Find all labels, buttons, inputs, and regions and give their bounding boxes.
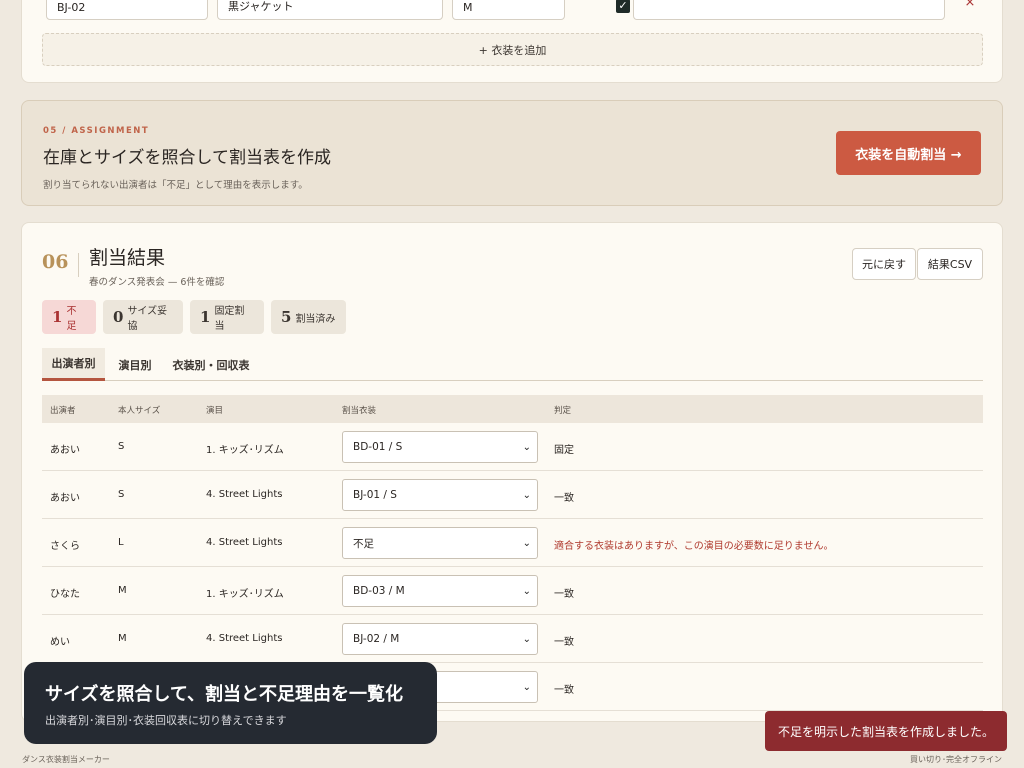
costume-select[interactable]: BD-03 / M ⌄ [342, 575, 538, 607]
cell-verdict: 一致 [554, 685, 574, 696]
col-size: 本人サイズ [118, 406, 161, 416]
assignment-section: 05 / ASSIGNMENT 在庫とサイズを照合して割当表を作成 割り当てられ… [21, 100, 1003, 206]
table-row: あおい S 1. キッズ･リズム BD-01 / S ⌄ 固定 [42, 423, 983, 471]
col-verdict: 判定 [554, 406, 572, 416]
badge-shortage: 1 不足 [42, 300, 96, 334]
assignment-kicker: 05 / ASSIGNMENT [43, 126, 150, 136]
costume-select[interactable]: 不足 ⌄ [342, 527, 538, 559]
cell-size: S [118, 441, 125, 452]
chevron-down-icon: ⌄ [522, 586, 531, 597]
cell-performer: あおい [50, 445, 80, 456]
callout-subtext: 出演者別･演目別･衣装回収表に切り替えできます [45, 714, 287, 727]
cell-program: 4. Street Lights [206, 633, 283, 644]
table-row: めい M 4. Street Lights BJ-02 / M ⌄ 一致 [42, 615, 983, 663]
badge-label: 割当済み [295, 313, 336, 325]
badge-label: サイズ妥協 [127, 306, 168, 332]
costume-list-card: BJ-02 黒ジャケット M ✓ × + 衣装を追加 [21, 0, 1003, 83]
cell-verdict: 一致 [554, 637, 574, 648]
select-value: BJ-01 / S [353, 489, 397, 501]
badge-count: 5 [281, 308, 292, 326]
cell-performer: ひなた [50, 589, 80, 600]
col-program: 演目 [206, 406, 224, 416]
result-section: 06 割当結果 春のダンス発表会 — 6件を確認 元に戻す 結果CSV 1 不足 … [21, 222, 1003, 722]
col-performer: 出演者 [50, 406, 76, 416]
cell-size: L [118, 537, 124, 548]
badge-assigned: 5 割当済み [271, 300, 346, 334]
section-number: 06 [42, 251, 69, 273]
badge-count: 0 [113, 308, 124, 326]
cell-performer: さくら [50, 541, 80, 552]
cell-program: 1. キッズ･リズム [206, 445, 284, 456]
footer-license: 買い切り･完全オフライン [910, 755, 1002, 764]
cell-verdict: 一致 [554, 493, 574, 504]
cell-program: 4. Street Lights [206, 489, 283, 500]
costume-id-input[interactable]: BJ-02 [46, 0, 208, 20]
cell-size: S [118, 489, 125, 500]
badge-count: 1 [200, 308, 211, 326]
table-row: ひなた M 1. キッズ･リズム BD-03 / M ⌄ 一致 [42, 567, 983, 615]
chevron-down-icon: ⌄ [522, 538, 531, 549]
select-value: BD-01 / S [353, 441, 403, 453]
callout-heading: サイズを照合して、割当と不足理由を一覧化 [45, 684, 404, 705]
result-title: 割当結果 [89, 247, 166, 269]
costume-select[interactable]: BD-01 / S ⌄ [342, 431, 538, 463]
chevron-down-icon: ⌄ [522, 682, 531, 693]
cell-size: M [118, 585, 127, 596]
badge-count: 1 [52, 308, 63, 326]
tab-by-costume[interactable]: 衣装別・回収表 [168, 348, 254, 381]
costume-note-input[interactable] [633, 0, 945, 20]
chevron-down-icon: ⌄ [522, 442, 531, 453]
export-csv-button[interactable]: 結果CSV [917, 248, 983, 280]
select-value: 不足 [353, 537, 374, 550]
badge-label: 不足 [66, 306, 77, 332]
add-costume-button[interactable]: + 衣装を追加 [42, 33, 983, 66]
assignment-title: 在庫とサイズを照合して割当表を作成 [43, 148, 331, 168]
undo-button[interactable]: 元に戻す [852, 248, 916, 280]
cell-program: 1. キッズ･リズム [206, 589, 284, 600]
badge-fixed: 1 固定割当 [190, 300, 264, 334]
col-costume: 割当衣装 [342, 406, 377, 416]
cell-verdict: 一致 [554, 589, 574, 600]
cell-size: M [118, 633, 127, 644]
table-row: あおい S 4. Street Lights BJ-01 / S ⌄ 一致 [42, 471, 983, 519]
feature-callout: サイズを照合して、割当と不足理由を一覧化 出演者別･演目別･衣装回収表に切り替え… [24, 662, 437, 744]
delete-row-icon[interactable]: × [962, 0, 978, 11]
select-value: BD-03 / M [353, 585, 405, 597]
costume-size-input[interactable]: M [452, 0, 565, 20]
select-value: BJ-02 / M [353, 633, 400, 645]
cell-program: 4. Street Lights [206, 537, 283, 548]
success-toast: 不足を明示した割当表を作成しました。 [765, 711, 1007, 751]
tab-by-performer[interactable]: 出演者別 [42, 348, 105, 381]
costume-name-input[interactable]: 黒ジャケット [217, 0, 443, 20]
tab-by-program[interactable]: 演目別 [109, 348, 161, 381]
cell-verdict-warning: 適合する衣装はありますが、この演目の必要数に足りません。 [554, 541, 834, 552]
chevron-down-icon: ⌄ [522, 634, 531, 645]
badge-label: 固定割当 [214, 306, 245, 332]
chevron-down-icon: ⌄ [522, 490, 531, 501]
costume-row: BJ-02 黒ジャケット M ✓ × [46, 0, 978, 21]
view-tabs: 出演者別 演目別 衣装別・回収表 [42, 348, 983, 381]
costume-select[interactable]: BJ-02 / M ⌄ [342, 623, 538, 655]
assignment-subtitle: 割り当てられない出演者は「不足」として理由を表示します。 [43, 180, 308, 191]
cell-verdict: 固定 [554, 445, 574, 456]
auto-assign-button[interactable]: 衣装を自動割当 → [836, 131, 981, 175]
table-row: さくら L 4. Street Lights 不足 ⌄ 適合する衣装はありますが、… [42, 519, 983, 567]
footer-app-name: ダンス衣装割当メーカー [22, 755, 110, 764]
costume-checkbox[interactable]: ✓ [616, 0, 630, 13]
costume-select[interactable]: BJ-01 / S ⌄ [342, 479, 538, 511]
table-header: 出演者 本人サイズ 演目 割当衣装 判定 [42, 395, 983, 423]
result-subtitle: 春のダンス発表会 — 6件を確認 [89, 277, 225, 288]
cell-performer: あおい [50, 493, 80, 504]
cell-performer: めい [50, 637, 70, 648]
badge-size-compromise: 0 サイズ妥協 [103, 300, 183, 334]
title-divider [78, 253, 79, 277]
